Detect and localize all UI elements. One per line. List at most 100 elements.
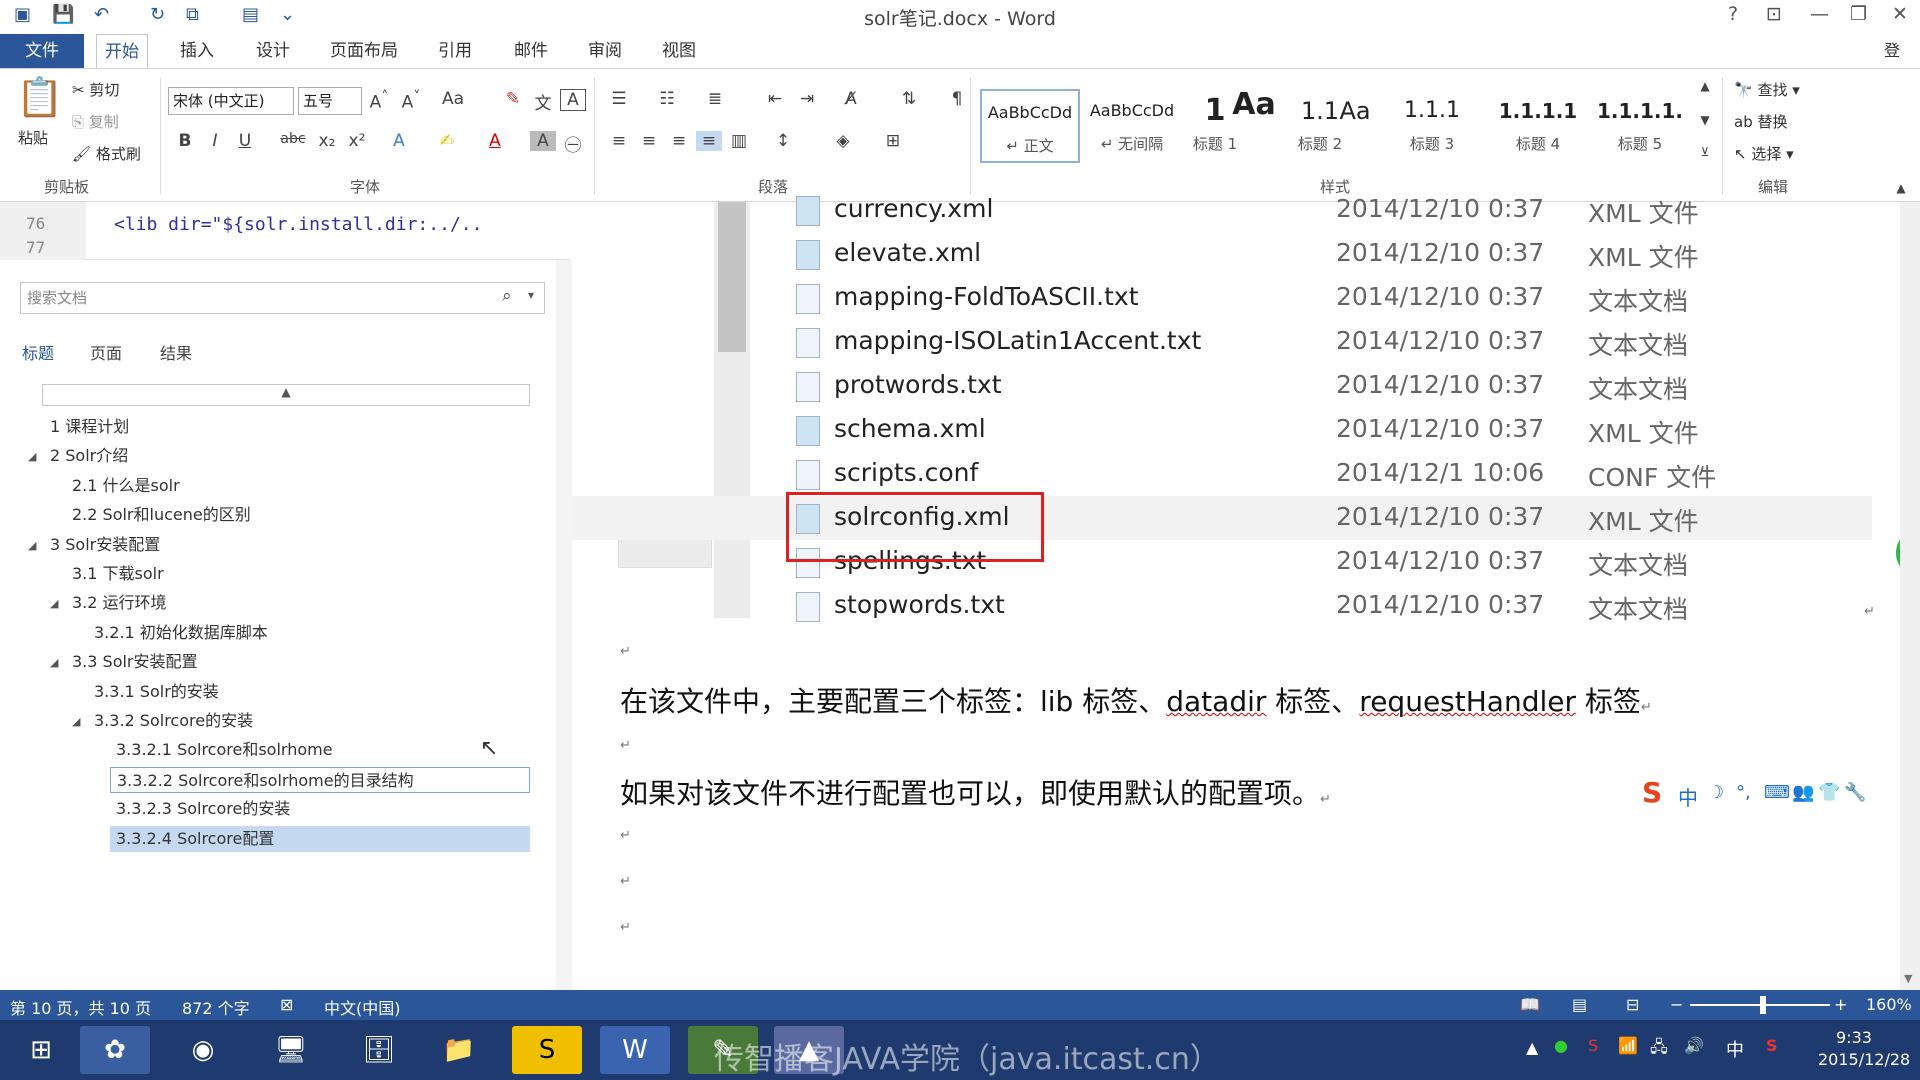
- phonetic-guide-icon[interactable]: 文: [530, 89, 556, 114]
- bullets-icon[interactable]: ☰: [606, 89, 632, 109]
- char-shading-icon[interactable]: A: [530, 131, 556, 151]
- print-layout-icon[interactable]: ▤: [1572, 995, 1587, 1014]
- punctuation-icon[interactable]: °,: [1736, 782, 1751, 803]
- enclose-char-icon[interactable]: ㊀: [560, 131, 586, 156]
- text-effects-icon[interactable]: A: [386, 131, 412, 151]
- start-icon[interactable]: ⊞: [6, 1026, 76, 1074]
- tab-home[interactable]: 开始: [96, 34, 148, 68]
- skin-icon[interactable]: 👕: [1818, 782, 1840, 803]
- underline-icon[interactable]: U: [232, 131, 258, 151]
- format-painter-button[interactable]: 🖌 格式刷: [72, 143, 141, 164]
- grow-font-icon[interactable]: A˄: [366, 89, 392, 113]
- file-row[interactable]: scripts.conf 2014/12/1 10:06 CONF 文件: [572, 452, 1872, 496]
- collapse-all-button[interactable]: ▲: [42, 384, 530, 406]
- superscript-icon[interactable]: x²: [344, 131, 370, 151]
- archive-icon[interactable]: 🗄: [344, 1026, 414, 1074]
- tab-view[interactable]: 视图: [654, 34, 704, 68]
- close-button[interactable]: ✕: [1892, 3, 1908, 25]
- nav-heading-item[interactable]: 3.3.1 Solr的安装: [94, 679, 219, 705]
- nav-heading-item[interactable]: 1 课程计划: [50, 414, 129, 440]
- page-count[interactable]: 第 10 页，共 10 页: [10, 995, 151, 1019]
- nav-heading-item[interactable]: 3.3.2.4 Solrcore配置: [110, 825, 530, 852]
- style-normal[interactable]: AaBbCcDd ↵ 正文: [980, 89, 1080, 163]
- cut-button[interactable]: ✂ 剪切: [72, 79, 119, 100]
- style-heading-3[interactable]: 1.1.1 标题 3: [1380, 89, 1484, 163]
- file-row[interactable]: elevate.xml 2014/12/10 0:37 XML 文件: [572, 232, 1872, 276]
- file-row[interactable]: mapping-FoldToASCII.txt 2014/12/10 0:37 文本…: [572, 276, 1872, 320]
- nav-heading-item[interactable]: 3.2.1 初始化数据库脚本: [94, 620, 268, 646]
- proofing-icon[interactable]: ⊠: [280, 995, 293, 1014]
- multilevel-list-icon[interactable]: ≣: [702, 89, 728, 109]
- file-row[interactable]: stopwords.txt 2014/12/10 0:37 文本文档: [572, 584, 1872, 628]
- shrink-font-icon[interactable]: A˅: [398, 89, 424, 113]
- tray-sogou-icon[interactable]: S: [1588, 1036, 1598, 1055]
- expand-arrow-icon[interactable]: ◢: [72, 715, 80, 728]
- doc-paragraph-2[interactable]: 如果对该文件不进行配置也可以，即使用默认的配置项。↵: [620, 772, 1331, 812]
- ime-mode[interactable]: 中: [1678, 782, 1698, 811]
- collapse-ribbon-icon[interactable]: ▲: [1888, 181, 1914, 195]
- zoom-level[interactable]: 160%: [1866, 995, 1912, 1014]
- change-case-icon[interactable]: Aa: [440, 89, 466, 109]
- tray-s-icon[interactable]: S: [1766, 1036, 1778, 1055]
- italic-icon[interactable]: I: [202, 131, 228, 151]
- paste-button[interactable]: 粘贴: [18, 127, 48, 148]
- nav-heading-item[interactable]: 3.3.2.2 Solrcore和solrhome的目录结构: [110, 766, 530, 793]
- tray-ime-indicator[interactable]: 中: [1726, 1036, 1744, 1062]
- strikethrough-icon[interactable]: abc: [280, 131, 306, 147]
- search-document-input[interactable]: 搜索文档: [20, 282, 545, 314]
- file-row[interactable]: protwords.txt 2014/12/10 0:37 文本文档: [572, 364, 1872, 408]
- chrome-icon[interactable]: ◉: [168, 1026, 238, 1074]
- replace-button[interactable]: ab 替换: [1734, 111, 1788, 132]
- nav-heading-item[interactable]: 3.3.2.3 Solrcore的安装: [116, 796, 290, 822]
- nav-heading-item[interactable]: 2 Solr介绍: [50, 443, 128, 469]
- align-right-icon[interactable]: ≡: [666, 131, 692, 151]
- find-button[interactable]: 🔭 查找 ▾: [1734, 79, 1800, 100]
- distributed-icon[interactable]: ▥: [726, 131, 752, 151]
- copy-button[interactable]: ⎘ 复制: [72, 111, 119, 132]
- volume-icon[interactable]: 🔊: [1684, 1036, 1704, 1055]
- scroll-down-icon[interactable]: ▼: [1904, 972, 1912, 985]
- zoom-in-icon[interactable]: +: [1834, 995, 1847, 1014]
- nav-heading-item[interactable]: 3.2 运行环境: [72, 590, 167, 616]
- tab-insert[interactable]: 插入: [172, 34, 222, 68]
- style-no-spacing[interactable]: AaBbCcDd ↵ 无间隔: [1082, 89, 1182, 163]
- app-s-icon[interactable]: S: [512, 1026, 582, 1074]
- borders-icon[interactable]: ⊞: [880, 131, 906, 151]
- sort-icon[interactable]: ⇅: [896, 89, 922, 109]
- zoom-out-icon[interactable]: −: [1670, 995, 1683, 1014]
- signin-link[interactable]: 登录: [1876, 34, 1920, 94]
- show-marks-icon[interactable]: ¶: [944, 89, 970, 109]
- align-center-icon[interactable]: ≡: [636, 131, 662, 151]
- nav-tab-results[interactable]: 结果: [160, 340, 192, 364]
- nav-heading-item[interactable]: 3.3.2.1 Solrcore和solrhome: [116, 737, 333, 763]
- tab-design[interactable]: 设计: [248, 34, 298, 68]
- tab-file[interactable]: 文件: [0, 34, 84, 68]
- file-row[interactable]: currency.xml 2014/12/10 0:37 XML 文件: [572, 188, 1872, 232]
- line-spacing-icon[interactable]: ↕: [770, 131, 796, 151]
- zoom-slider-thumb[interactable]: [1760, 996, 1766, 1014]
- expand-arrow-icon[interactable]: ◢: [50, 597, 58, 610]
- clear-format-icon[interactable]: ✎: [500, 89, 526, 109]
- file-row[interactable]: schema.xml 2014/12/10 0:37 XML 文件: [572, 408, 1872, 452]
- subscript-icon[interactable]: x₂: [314, 131, 340, 151]
- keyboard-icon[interactable]: ⌨: [1764, 782, 1790, 803]
- read-mode-icon[interactable]: 📖: [1520, 995, 1540, 1014]
- expand-arrow-icon[interactable]: ◢: [28, 450, 36, 463]
- style-subtitle[interactable]: Aa: [1330, 89, 1380, 163]
- tray-network-icon[interactable]: 📶: [1618, 1036, 1638, 1055]
- search-dropdown-icon[interactable]: ▾: [528, 288, 534, 302]
- minimize-button[interactable]: —: [1810, 3, 1829, 25]
- doc-paragraph-1[interactable]: 在该文件中，主要配置三个标签：lib 标签、datadir 标签、request…: [620, 680, 1652, 720]
- increase-indent-icon[interactable]: ⇥: [794, 89, 820, 109]
- language-indicator[interactable]: 中文(中国): [324, 995, 401, 1019]
- shading-icon[interactable]: ◈: [830, 131, 856, 151]
- ime-toolbar[interactable]: S 中 ☽ °, ⌨ 👥 👕 🔧: [1638, 776, 1878, 812]
- web-layout-icon[interactable]: ⊟: [1626, 995, 1639, 1014]
- styles-scroll-up-icon[interactable]: ▲: [1692, 79, 1718, 93]
- tab-mailings[interactable]: 邮件: [506, 34, 556, 68]
- tools-icon[interactable]: 🔧: [1844, 782, 1866, 803]
- file-row[interactable]: mapping-ISOLatin1Accent.txt 2014/12/10 0:…: [572, 320, 1872, 364]
- restore-button[interactable]: ❐: [1850, 3, 1867, 25]
- numbering-icon[interactable]: ☷: [654, 89, 680, 109]
- file-row[interactable]: spellings.txt 2014/12/10 0:37 文本文档: [572, 540, 1872, 584]
